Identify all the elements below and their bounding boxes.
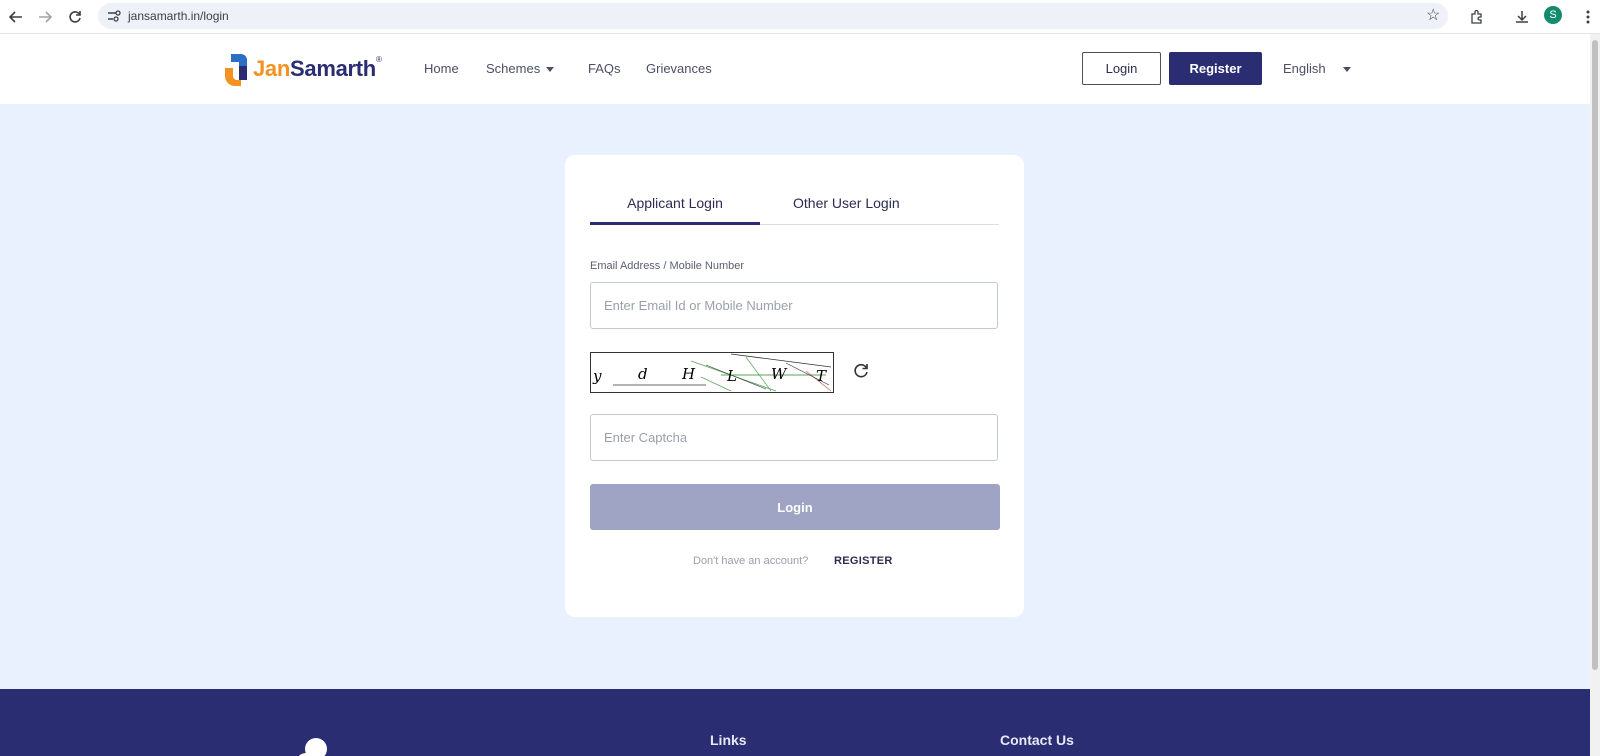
site-footer: Links Contact Us <box>0 689 1590 756</box>
site-header: JanSamarth ® Home Schemes FAQs Grievance… <box>0 34 1590 104</box>
captcha-input[interactable] <box>590 414 998 461</box>
tab-applicant-login[interactable]: Applicant Login <box>590 195 760 225</box>
browser-toolbar: jansamarth.in/login ☆ S <box>0 0 1600 34</box>
scrollbar-thumb[interactable] <box>1592 40 1598 670</box>
footer-contact-heading: Contact Us <box>1000 732 1074 748</box>
captcha-image: y d H L W T <box>590 352 834 393</box>
tab-other-user-login[interactable]: Other User Login <box>793 195 900 225</box>
captcha-char: y <box>592 367 602 385</box>
logo-registered-mark: ® <box>375 54 382 64</box>
footer-logo-icon <box>298 738 327 756</box>
logo-mark-icon <box>225 54 247 86</box>
footer-links-heading: Links <box>710 732 747 748</box>
nav-home[interactable]: Home <box>424 61 459 76</box>
more-menu-icon[interactable] <box>1576 5 1600 29</box>
captcha-char: W <box>771 365 788 383</box>
captcha-char: H <box>681 365 696 383</box>
profile-avatar[interactable]: S <box>1544 6 1562 24</box>
header-register-button[interactable]: Register <box>1169 52 1262 85</box>
language-selector[interactable]: English <box>1283 61 1326 76</box>
url-text: jansamarth.in/login <box>128 9 229 23</box>
register-link[interactable]: REGISTER <box>834 555 893 567</box>
forward-icon[interactable] <box>33 5 57 29</box>
login-button[interactable]: Login <box>590 484 1000 530</box>
back-icon[interactable] <box>4 5 28 29</box>
captcha-char: d <box>638 365 648 383</box>
nav-schemes[interactable]: Schemes <box>486 61 555 76</box>
language-chevron-down-icon[interactable] <box>1343 67 1351 72</box>
chevron-down-icon <box>546 67 555 73</box>
login-card: Applicant Login Other User Login Email A… <box>565 155 1024 617</box>
address-bar[interactable]: jansamarth.in/login <box>98 3 1448 29</box>
email-label: Email Address / Mobile Number <box>590 260 745 272</box>
site-settings-icon[interactable] <box>106 8 122 24</box>
refresh-captcha-icon[interactable] <box>852 362 872 382</box>
captcha-char: L <box>726 367 737 385</box>
captcha-char: T <box>816 367 827 385</box>
nav-faqs[interactable]: FAQs <box>588 61 621 76</box>
email-mobile-input[interactable] <box>590 282 998 329</box>
logo-text-samarth: Samarth <box>290 56 376 81</box>
extensions-icon[interactable] <box>1465 5 1489 29</box>
jansamarth-logo[interactable]: JanSamarth ® <box>223 50 382 88</box>
nav-schemes-label: Schemes <box>486 61 541 76</box>
login-tabs: Applicant Login Other User Login <box>590 195 999 225</box>
header-login-button[interactable]: Login <box>1082 52 1161 85</box>
downloads-icon[interactable] <box>1510 5 1534 29</box>
nav-grievances[interactable]: Grievances <box>646 61 712 76</box>
logo-text-jan: Jan <box>253 56 291 81</box>
bookmark-star-icon[interactable]: ☆ <box>1426 5 1440 25</box>
no-account-text: Don't have an account? <box>693 555 809 567</box>
reload-icon[interactable] <box>63 5 87 29</box>
page-scrollbar[interactable] <box>1590 34 1600 756</box>
